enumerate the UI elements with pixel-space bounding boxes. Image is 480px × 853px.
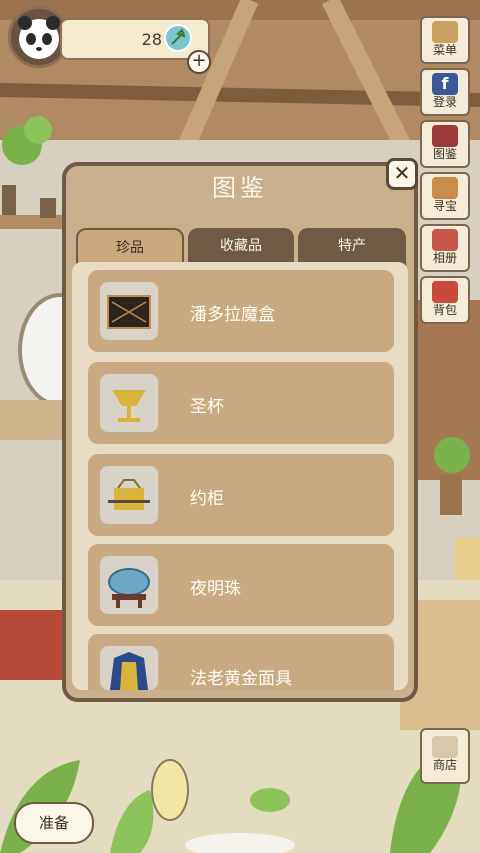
list-item[interactable]: 夜明珠 — [88, 544, 394, 626]
close-button[interactable]: ✕ — [386, 158, 418, 190]
add-clover-button[interactable]: + — [187, 50, 211, 74]
album-icon — [432, 229, 458, 251]
collection-button-label: 图鉴 — [432, 147, 457, 161]
pearl-icon — [100, 556, 158, 614]
album-button-label: 相册 — [432, 251, 457, 265]
book-icon — [432, 125, 458, 147]
item-name: 约柜 — [190, 489, 224, 509]
close-icon: ✕ — [393, 161, 411, 185]
menu-button[interactable]: 菜单 — [420, 16, 470, 64]
bag-icon — [432, 281, 458, 303]
shovel-icon — [432, 177, 458, 199]
login-button[interactable]: f 登录 — [420, 68, 470, 116]
item-name: 圣杯 — [190, 397, 224, 417]
holy-grail-icon — [100, 374, 158, 432]
collection-button[interactable]: 图鉴 — [420, 120, 470, 168]
facebook-icon: f — [432, 73, 458, 95]
pandora-box-icon — [100, 282, 158, 340]
menu-button-label: 菜单 — [432, 43, 457, 57]
panda-icon — [18, 16, 60, 59]
treasure-hunt-button-label: 寻宝 — [432, 199, 457, 213]
cart-icon — [432, 736, 458, 758]
list-item[interactable]: 潘多拉魔盒 — [88, 270, 394, 352]
clover-count: 28 — [141, 30, 162, 49]
clover-icon — [164, 24, 192, 52]
album-button[interactable]: 相册 — [420, 224, 470, 272]
list-item[interactable]: 法老黄金面具 — [88, 634, 394, 690]
item-name: 潘多拉魔盒 — [190, 305, 275, 325]
pharaoh-mask-icon — [100, 646, 158, 690]
list-item[interactable]: 圣杯 — [88, 362, 394, 444]
item-name: 夜明珠 — [190, 579, 241, 599]
backpack-button-label: 背包 — [432, 303, 457, 317]
login-button-label: 登录 — [432, 95, 457, 109]
menu-icon — [432, 21, 458, 43]
ark-icon — [100, 466, 158, 524]
list-item[interactable]: 约柜 — [88, 454, 394, 536]
item-name: 法老黄金面具 — [190, 669, 292, 689]
backpack-button[interactable]: 背包 — [420, 276, 470, 324]
shop-button-label: 商店 — [432, 758, 457, 772]
panel-title: 图鉴 — [212, 174, 268, 202]
shop-button[interactable]: 商店 — [420, 728, 470, 784]
prepare-button[interactable]: 准备 — [14, 802, 94, 844]
treasure-hunt-button[interactable]: 寻宝 — [420, 172, 470, 220]
